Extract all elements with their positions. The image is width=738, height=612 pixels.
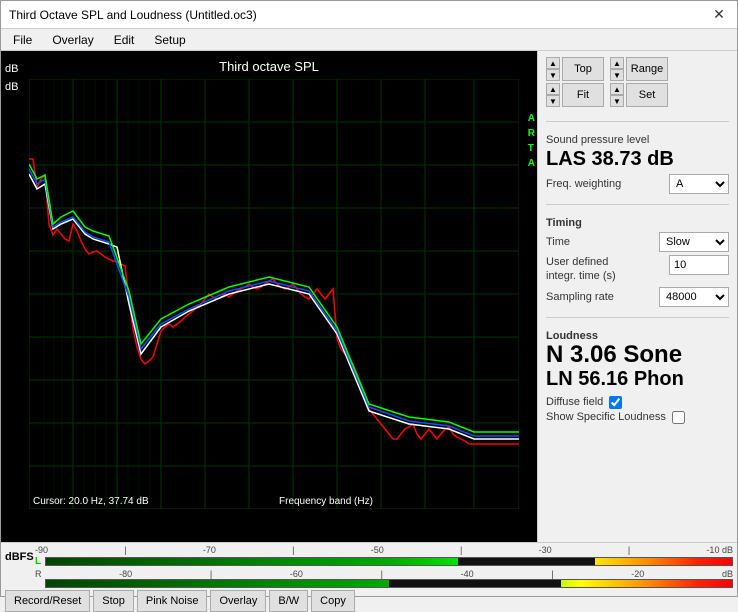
l-channel-row: L [35,556,733,567]
set-up-button[interactable]: ▲ [610,83,624,95]
main-window: Third Octave SPL and Loudness (Untitled.… [0,0,738,597]
y-axis-label: dB [5,63,18,75]
freq-weighting-select[interactable]: A C Z [669,174,729,194]
top-fit-group: ▲ ▼ Top ▲ ▼ Fit [546,57,604,107]
set-button[interactable]: Set [626,83,668,107]
n-value: N 3.06 Sone [546,342,729,368]
arta-label: ARTA [528,111,535,171]
sampling-rate-select[interactable]: 48000 44100 [659,287,729,307]
title-bar: Third Octave SPL and Loudness (Untitled.… [1,1,737,29]
fit-button[interactable]: Fit [562,83,604,107]
window-title: Third Octave SPL and Loudness (Untitled.… [9,8,257,22]
record-reset-button[interactable]: Record/Reset [5,590,90,612]
user-defined-row: User definedintegr. time (s) [546,255,729,284]
top-spinners: ▲ ▼ [546,57,560,81]
diffuse-field-row: Diffuse field [546,396,729,409]
copy-button[interactable]: Copy [311,590,355,612]
spl-section-label: Sound pressure level [546,134,729,146]
bottom-ticks: R -80 | -60 | -40 | -20 dB [35,569,733,579]
r-meter-empty [389,580,561,587]
top-row: ▲ ▼ Top [546,57,604,81]
divider-1 [546,121,729,122]
range-row: ▲ ▼ Range [610,57,668,81]
fit-up-button[interactable]: ▲ [546,83,560,95]
diffuse-field-checkbox[interactable] [609,396,622,409]
meter-rows-container: -90 | -70 | -50 | -30 | -10 dB L [35,545,733,588]
right-panel: ▲ ▼ Top ▲ ▼ Fit [537,51,737,542]
timing-section: Timing Time Slow Fast User definedintegr… [546,213,729,309]
close-button[interactable]: ✕ [709,5,729,25]
top-controls: ▲ ▼ Top ▲ ▼ Fit [546,57,729,107]
svg-text:Frequency band (Hz): Frequency band (Hz) [279,496,373,507]
divider-2 [546,204,729,205]
user-defined-input[interactable] [669,255,729,275]
meter-area: dBFS -90 | -70 | -50 | -30 | -10 dB L [5,545,733,588]
menu-overlay[interactable]: Overlay [48,32,97,48]
svg-text:Cursor: 20.0 Hz, 37.74 dB: Cursor: 20.0 Hz, 37.74 dB [33,496,149,507]
bottom-bar: dBFS -90 | -70 | -50 | -30 | -10 dB L [1,542,737,596]
freq-weighting-row: Freq. weighting A C Z [546,174,729,194]
range-set-group: ▲ ▼ Range ▲ ▼ Set [610,57,668,107]
stop-button[interactable]: Stop [93,590,134,612]
range-down-button[interactable]: ▼ [610,69,624,81]
chart-svg: 50.0 45 40 35 30 25 20 15 10 5.0 16 32 6… [29,79,519,509]
main-content: Third octave SPL dB ARTA [1,51,737,542]
sampling-rate-label: Sampling rate [546,291,614,303]
menu-file[interactable]: File [9,32,36,48]
diffuse-field-label: Diffuse field [546,396,603,408]
fit-row: ▲ ▼ Fit [546,83,604,107]
menu-setup[interactable]: Setup [150,32,189,48]
loudness-checks: Diffuse field Show Specific Loudness [546,396,729,424]
user-defined-label: User definedintegr. time (s) [546,255,636,284]
top-down-button[interactable]: ▼ [546,69,560,81]
show-specific-checkbox[interactable] [672,411,685,424]
buttons-row: Record/Reset Stop Pink Noise Overlay B/W… [5,588,733,612]
show-specific-row: Show Specific Loudness [546,411,729,424]
bw-button[interactable]: B/W [269,590,308,612]
top-up-button[interactable]: ▲ [546,57,560,69]
dbfs-label: dBFS [5,551,33,563]
time-row: Time Slow Fast [546,232,729,252]
loudness-section-label: Loudness [546,330,729,342]
timing-label: Timing [546,217,729,229]
top-button[interactable]: Top [562,57,604,81]
pink-noise-button[interactable]: Pink Noise [137,590,208,612]
r-channel-row [35,579,733,588]
fit-spinners: ▲ ▼ [546,83,560,107]
spl-section: Sound pressure level LAS 38.73 dB Freq. … [546,130,729,196]
l-meter-bar [45,557,733,566]
db-label: dB [5,81,18,93]
l-meter-empty [458,558,595,565]
set-row: ▲ ▼ Set [610,83,668,107]
range-up-button[interactable]: ▲ [610,57,624,69]
sampling-rate-row: Sampling rate 48000 44100 [546,287,729,307]
ln-value: LN 56.16 Phon [546,368,729,390]
set-down-button[interactable]: ▼ [610,95,624,107]
time-select[interactable]: Slow Fast [659,232,729,252]
set-spinners: ▲ ▼ [610,83,624,107]
menu-bar: File Overlay Edit Setup [1,29,737,51]
l-label: L [35,556,43,567]
menu-edit[interactable]: Edit [110,32,139,48]
top-ticks: -90 | -70 | -50 | -30 | -10 dB [35,545,733,555]
loudness-section: Loudness N 3.06 Sone LN 56.16 Phon Diffu… [546,326,729,426]
freq-weighting-label: Freq. weighting [546,178,621,190]
range-spinners: ▲ ▼ [610,57,624,81]
overlay-button[interactable]: Overlay [210,590,266,612]
show-specific-label: Show Specific Loudness [546,411,666,423]
time-label: Time [546,236,570,248]
fit-down-button[interactable]: ▼ [546,95,560,107]
divider-3 [546,317,729,318]
chart-title: Third octave SPL [1,55,537,76]
r-meter-bar [45,579,733,588]
range-button[interactable]: Range [626,57,668,81]
chart-area: Third octave SPL dB ARTA [1,51,537,542]
spl-value: LAS 38.73 dB [546,148,729,170]
